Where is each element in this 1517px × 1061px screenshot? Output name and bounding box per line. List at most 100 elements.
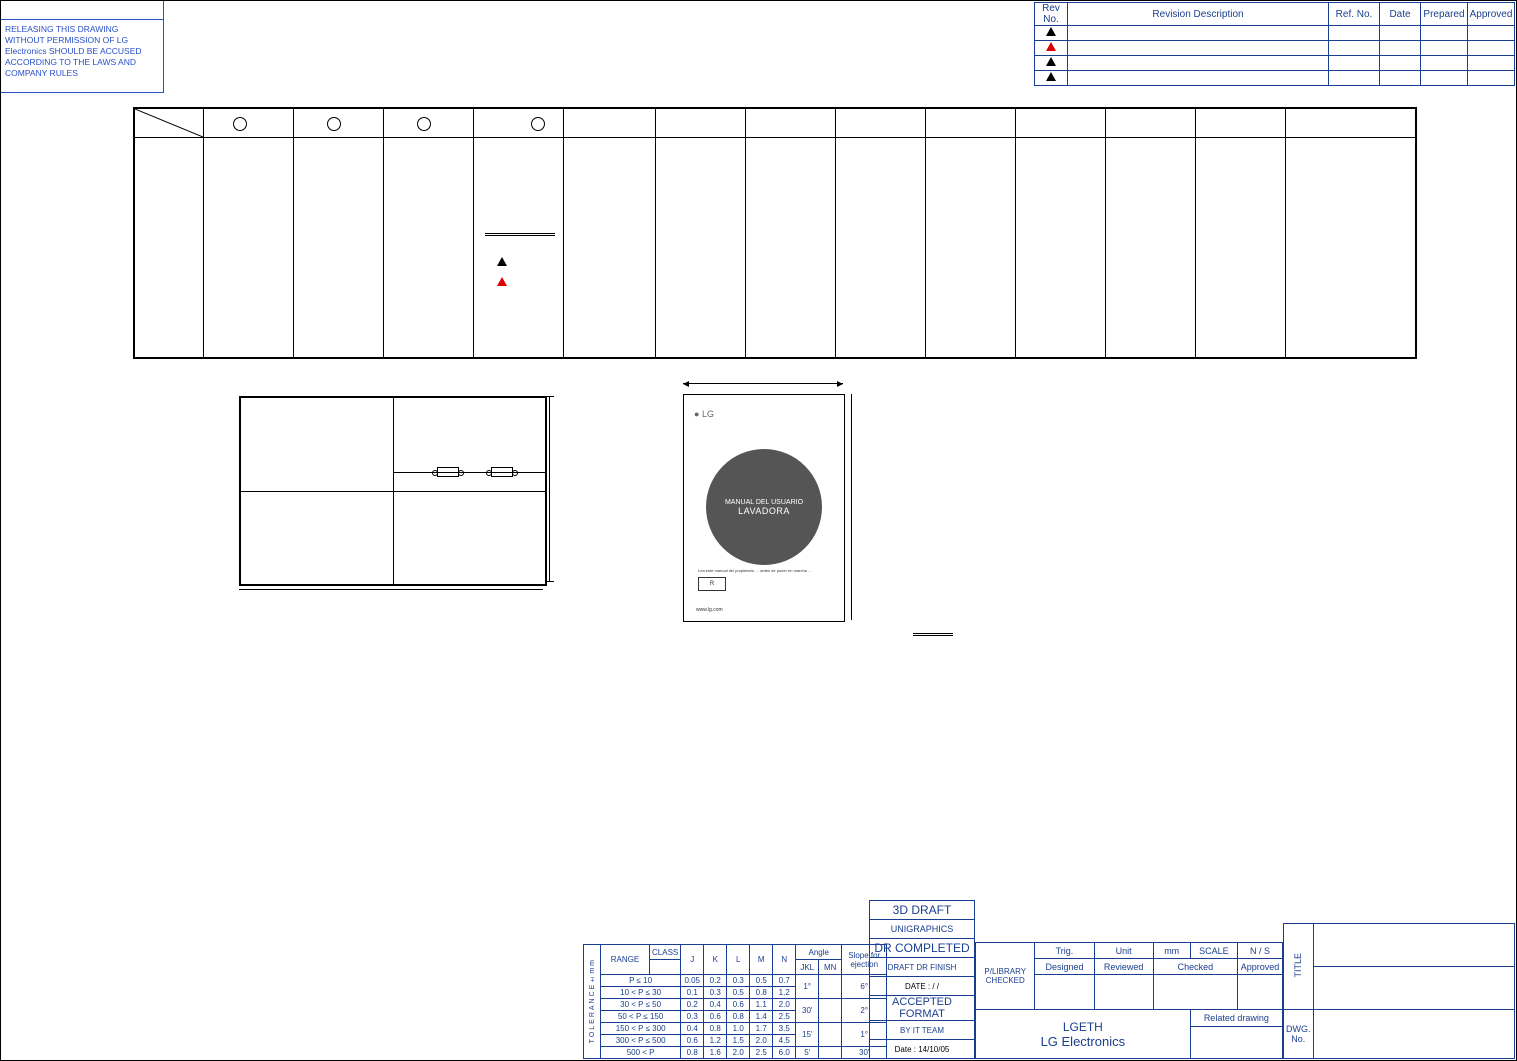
parts-col: [655, 109, 656, 357]
fold-horz: [241, 491, 545, 492]
rev-hdr-desc: Revision Description: [1068, 3, 1329, 26]
double-line-icon: [485, 233, 555, 236]
unit-label: Unit: [1094, 943, 1153, 959]
rev-hdr-appr: Approved: [1468, 3, 1515, 26]
parts-col: [383, 109, 384, 357]
title-block: TOLERANCE±mm RANGE CLASS J K L M N Angle…: [583, 901, 1515, 1059]
diagonal-header-icon: [135, 109, 203, 137]
cover-note: Lea este manual del propietario … antes …: [698, 568, 812, 573]
trig: Trig.: [1035, 943, 1094, 959]
scale-value: N / S: [1238, 943, 1283, 959]
cad-it: BY IT TEAM: [870, 1021, 975, 1040]
parts-col: [1015, 109, 1016, 357]
reviewed: Reviewed: [1094, 959, 1153, 975]
rev-row: [1035, 71, 1515, 86]
circle-icon: [417, 117, 431, 131]
org-lge: LG Electronics: [978, 1034, 1188, 1049]
lg-logo-text: LG: [702, 409, 714, 419]
legal-notice-text: RELEASING THIS DRAWING WITHOUT PERMISSIO…: [1, 20, 163, 83]
col-l: L: [736, 955, 740, 964]
rev-hdr-no: Rev No.: [1035, 3, 1068, 26]
org-lgeth: LGETH: [978, 1020, 1188, 1034]
scale-label: SCALE: [1190, 943, 1237, 959]
circle-icon: [531, 117, 545, 131]
col-k: K: [713, 955, 718, 964]
approved: Approved: [1238, 959, 1283, 975]
angle-label: Angle: [809, 948, 829, 957]
manual-cover: ● LG MANUAL DEL USUARIO LAVADORA Lea est…: [683, 394, 845, 622]
rev-row: [1035, 26, 1515, 41]
triangle-icon: [1046, 27, 1056, 36]
tol-row: 500 < P0.81.62.02.56.05'30': [584, 1047, 887, 1059]
cover-line1: MANUAL DEL USUARIO: [725, 499, 803, 506]
unit-mm: mm: [1153, 943, 1190, 959]
dimension-bottom: [239, 589, 543, 590]
cad-dr: DR COMPLETED: [870, 939, 975, 958]
cad-accepted: ACCEPTED FORMAT: [870, 996, 975, 1021]
rev-hdr-ref: Ref. No.: [1329, 3, 1380, 26]
parts-col: [1195, 109, 1196, 357]
lg-logo: ● LG: [694, 409, 714, 419]
cover-dim-top: [683, 383, 843, 384]
revision-table: Rev No. Revision Description Ref. No. Da…: [1034, 2, 1515, 86]
cad-date2: Date : 14/10/05: [870, 1040, 975, 1059]
cad-dr-fin: DRAFT DR FINISH: [870, 958, 975, 977]
parts-col: [925, 109, 926, 357]
parts-table: [133, 107, 1417, 359]
drawing-sheet: RELEASING THIS DRAWING WITHOUT PERMISSIO…: [0, 0, 1517, 1061]
parts-col: [473, 109, 474, 357]
dimension-right: [549, 396, 550, 582]
lib-checked: P/LIBRARY CHECKED: [976, 943, 1035, 1010]
tolerance-side-label: TOLERANCE±mm: [589, 958, 596, 1043]
triangle-icon: [1046, 42, 1056, 51]
cover-footer: www.lg.com: [696, 607, 723, 613]
cover-line2: LAVADORA: [738, 506, 790, 516]
rev-row: [1035, 56, 1515, 71]
checked: Checked: [1153, 959, 1237, 975]
staple-icon: [491, 467, 513, 477]
rev-hdr-date: Date: [1380, 3, 1421, 26]
triangle-icon: [497, 277, 507, 286]
range-label: RANGE: [611, 955, 639, 964]
rev-row: [1035, 41, 1515, 56]
circle-icon: [327, 117, 341, 131]
tol-row: 150 < P ≤ 3000.40.81.01.73.515'1°: [584, 1023, 887, 1035]
circle-icon: [233, 117, 247, 131]
triangle-icon: [1046, 57, 1056, 66]
parts-col: [203, 109, 204, 357]
tol-row: 30 < P ≤ 500.20.40.61.12.030'2°: [584, 999, 887, 1011]
dwg-label: DWG. No.: [1284, 1010, 1314, 1059]
parts-row-divider: [135, 137, 1415, 138]
triangle-icon: [497, 257, 507, 266]
tolerance-table: TOLERANCE±mm RANGE CLASS J K L M N Angle…: [583, 944, 887, 1059]
cad-date1: DATE : / /: [870, 977, 975, 996]
extra-crease: [393, 472, 545, 473]
legal-notice-box: RELEASING THIS DRAWING WITHOUT PERMISSIO…: [1, 19, 164, 93]
signoff-block: P/LIBRARY CHECKED Trig. Unit mm SCALE N …: [975, 942, 1283, 1059]
cad-unigraphics: UNIGRAPHICS: [870, 920, 975, 939]
double-line-icon: [913, 633, 953, 636]
parts-col: [1285, 109, 1286, 357]
parts-col: [1105, 109, 1106, 357]
staple-icon: [437, 467, 459, 477]
class-label: CLASS: [652, 948, 678, 957]
r-label: R: [710, 581, 714, 587]
legal-tab: [1, 1, 164, 20]
title-dwg-block: TITLE DWG. No.: [1283, 923, 1515, 1059]
cover-dim-right: [851, 394, 852, 620]
parts-col: [835, 109, 836, 357]
designed: Designed: [1035, 959, 1094, 975]
tol-row: P ≤ 100.050.20.30.50.71°6°: [584, 975, 887, 987]
rev-hdr-prep: Prepared: [1421, 3, 1468, 26]
title-label: TITLE: [1293, 953, 1303, 978]
parts-col: [563, 109, 564, 357]
col-j: J: [690, 955, 694, 964]
related-drawing: Related drawing: [1190, 1010, 1282, 1027]
triangle-icon: [1046, 72, 1056, 81]
col-n: N: [781, 955, 787, 964]
parts-col: [745, 109, 746, 357]
sub-jkl: JKL: [800, 963, 814, 972]
parts-col: [293, 109, 294, 357]
fold-diagram: [239, 396, 547, 586]
cad-3d: 3D DRAFT: [870, 901, 975, 920]
